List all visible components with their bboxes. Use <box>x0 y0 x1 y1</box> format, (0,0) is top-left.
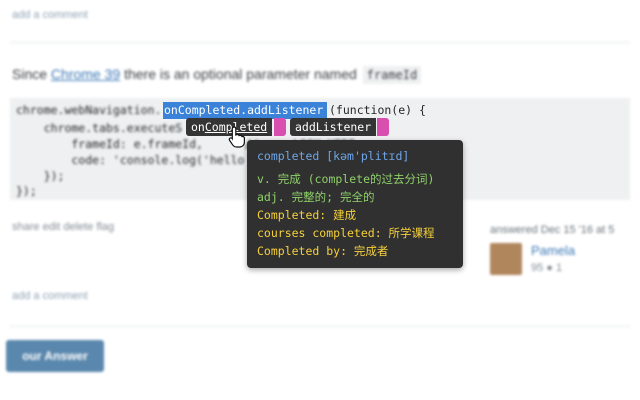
code-line-1-suffix: (function(e) { <box>329 103 426 117</box>
token-chip-tab[interactable] <box>377 118 389 136</box>
answer-intro: Since Chrome 39 there is an optional par… <box>12 66 422 84</box>
popup-headword: completed [kəm'plitɪd] <box>257 149 409 163</box>
token-prefix: addListener <box>295 120 372 134</box>
hand-pointer-icon <box>228 126 245 148</box>
token-chip-addlistener[interactable]: addListener <box>290 118 377 136</box>
phonetic: [kəm'plitɪd] <box>326 149 410 163</box>
token-prefix: on <box>191 120 205 134</box>
divider <box>10 326 630 327</box>
chrome-version-link[interactable]: Chrome 39 <box>51 66 120 82</box>
answered-timestamp: answered Dec 15 '16 at 5 <box>490 224 615 236</box>
param-code: frameId <box>362 66 422 84</box>
dictionary-popup: completed [kəm'plitɪd] v. 完成 (complete的过… <box>247 140 463 268</box>
popup-definition-1: v. 完成 (complete的过去分词) <box>257 172 435 186</box>
post-answer-button[interactable]: our Answer <box>6 340 104 372</box>
code-line-2: chrome.tabs.executeS <box>16 121 183 135</box>
token-chip-tab[interactable] <box>274 118 286 136</box>
post-menu[interactable]: share edit delete flag <box>12 221 114 233</box>
popup-example: Completed: 建成 <box>257 208 357 222</box>
avatar[interactable] <box>490 243 522 275</box>
intro-text: Since <box>12 66 51 82</box>
user-reputation: 95 ● 1 <box>531 262 563 274</box>
popup-example: Completed by: 完成者 <box>257 244 389 258</box>
code-line-5: }); <box>16 169 65 183</box>
code-line-6: }); <box>16 184 37 198</box>
add-comment-link-bottom[interactable]: add a comment <box>12 290 88 302</box>
add-comment-link-top[interactable]: add a comment <box>12 9 88 21</box>
selected-code-text[interactable]: onCompleted.addListener <box>164 103 323 117</box>
code-line-1-prefix: chrome.webNavigation. <box>16 103 162 117</box>
popup-definition-2: adj. 完整的; 完全的 <box>257 190 375 204</box>
headword: completed <box>257 149 320 163</box>
code-line-4: code: 'console.log('hello <box>16 153 245 167</box>
divider <box>10 42 630 43</box>
popup-example: courses completed: 所学课程 <box>257 226 435 240</box>
user-name-link[interactable]: Pamela <box>531 243 575 258</box>
intro-text-2: there is an optional parameter named <box>120 66 361 82</box>
